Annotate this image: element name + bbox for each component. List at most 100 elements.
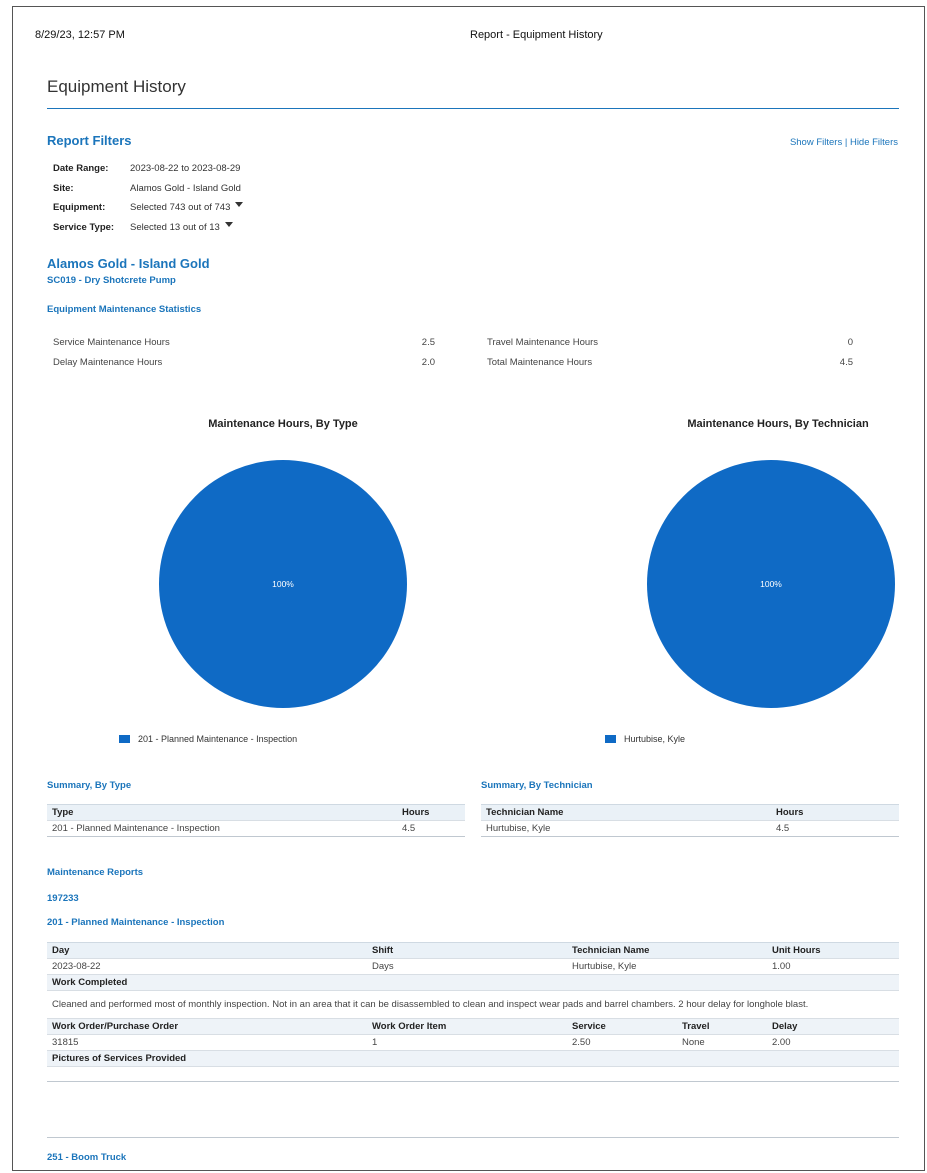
legend-swatch <box>605 735 616 743</box>
legend-by-type: 201 - Planned Maintenance - Inspection <box>119 734 297 744</box>
pictures-header-row: Pictures of Services Provided <box>47 1050 899 1067</box>
stats-heading: Equipment Maintenance Statistics <box>47 304 202 315</box>
filter-value: 2023-08-22 to 2023-08-29 <box>130 163 241 174</box>
report-filters-heading: Report Filters <box>47 133 132 148</box>
report-page: 8/29/23, 12:57 PM Report - Equipment His… <box>12 6 925 1171</box>
total-hours-label: Total Maintenance Hours <box>487 357 593 368</box>
column-header-work-order-item: Work Order Item <box>367 1018 567 1035</box>
page-title: Equipment History <box>47 77 186 96</box>
column-header-service: Service <box>567 1018 677 1035</box>
filter-value: Selected 13 out of 13 <box>130 221 220 233</box>
work-completed-header-row: Work Completed <box>47 974 899 991</box>
work-completed-row: Cleaned and performed most of monthly in… <box>47 990 899 1019</box>
chart-title-by-type: Maintenance Hours, By Type <box>208 418 358 430</box>
filter-label: Service Type: <box>53 221 115 233</box>
print-title: Report - Equipment History <box>470 29 603 41</box>
filter-row-equipment: Equipment: Selected 743 out of 743 <box>53 202 244 222</box>
work-completed-label: Work Completed <box>47 974 899 991</box>
table-row: Hurtubise, Kyle 4.5 <box>481 820 899 837</box>
table-header-row: Technician Name Hours <box>481 804 899 821</box>
equipment-name: SC019 - Dry Shotcrete Pump <box>47 275 176 286</box>
pie-slice-label: 100% <box>760 579 782 589</box>
section-divider <box>47 1137 899 1138</box>
column-header-work-order: Work Order/Purchase Order <box>47 1018 367 1035</box>
table-header-row: Day Shift Technician Name Unit Hours <box>47 942 899 959</box>
filter-row-date-range: Date Range: 2023-08-22 to 2023-08-29 <box>53 163 243 183</box>
table-header-row: Type Hours <box>47 804 465 821</box>
filter-label: Equipment: <box>53 202 106 213</box>
service-hours-label: Service Maintenance Hours <box>53 337 170 348</box>
pictures-cell <box>47 1066 899 1082</box>
legend-label: 201 - Planned Maintenance - Inspection <box>138 734 298 744</box>
column-header-technician-name: Technician Name <box>481 804 771 821</box>
filter-list: Date Range: 2023-08-22 to 2023-08-29 Sit… <box>53 163 244 242</box>
legend-swatch <box>119 735 130 743</box>
table-row: 2023-08-22 Days Hurtubise, Kyle 1.00 <box>47 958 899 975</box>
cell-travel: None <box>677 1034 767 1051</box>
column-header-hours: Hours <box>397 804 465 821</box>
report-id-link[interactable]: 197233 <box>47 893 79 904</box>
total-hours-value: 4.5 <box>839 357 853 368</box>
chart-title-by-technician: Maintenance Hours, By Technician <box>687 418 869 430</box>
summary-by-type-table: Type Hours 201 - Planned Maintenance - I… <box>47 804 465 837</box>
column-header-day: Day <box>47 942 367 959</box>
pie-chart-by-technician: 100% <box>647 460 895 708</box>
cell-technician-name: Hurtubise, Kyle <box>481 820 771 837</box>
column-header-technician-name: Technician Name <box>567 942 767 959</box>
site-name: Alamos Gold - Island Gold <box>47 256 210 271</box>
maintenance-report-table: Day Shift Technician Name Unit Hours 202… <box>47 942 899 1082</box>
cell-hours: 4.5 <box>397 820 465 837</box>
legend-by-technician: Hurtubise, Kyle <box>605 734 685 744</box>
next-equipment-heading: 251 - Boom Truck <box>47 1152 127 1163</box>
delay-hours-label: Delay Maintenance Hours <box>53 357 163 368</box>
print-datetime: 8/29/23, 12:57 PM <box>35 29 125 41</box>
equipment-dropdown-caret-icon[interactable] <box>235 202 244 207</box>
cell-shift: Days <box>367 958 567 975</box>
pictures-label: Pictures of Services Provided <box>47 1050 899 1067</box>
cell-service: 2.50 <box>567 1034 677 1051</box>
cell-hours: 4.5 <box>771 820 899 837</box>
maintenance-reports-heading: Maintenance Reports <box>47 867 144 878</box>
cell-technician-name: Hurtubise, Kyle <box>567 958 767 975</box>
cell-work-order-item: 1 <box>367 1034 567 1051</box>
pictures-row <box>47 1066 899 1082</box>
travel-hours-value: 0 <box>847 337 853 348</box>
filter-links-separator: | <box>844 137 848 148</box>
pie-chart-by-type: 100% <box>159 460 407 708</box>
summary-by-technician-table: Technician Name Hours Hurtubise, Kyle 4.… <box>481 804 899 837</box>
service-hours-value: 2.5 <box>421 337 435 348</box>
service-type-dropdown-caret-icon[interactable] <box>224 221 233 227</box>
cell-day: 2023-08-22 <box>47 958 367 975</box>
delay-hours-value: 2.0 <box>421 357 435 368</box>
table-row: 31815 1 2.50 None 2.00 <box>47 1034 899 1051</box>
column-header-unit-hours: Unit Hours <box>767 942 899 959</box>
filter-label: Date Range: <box>53 163 109 174</box>
column-header-shift: Shift <box>367 942 567 959</box>
work-completed-text: Cleaned and performed most of monthly in… <box>47 990 899 1019</box>
table-row: 201 - Planned Maintenance - Inspection 4… <box>47 820 465 837</box>
filter-row-service-type: Service Type: Selected 13 out of 13 <box>53 221 243 242</box>
cell-work-order: 31815 <box>47 1034 367 1051</box>
summary-by-type-heading: Summary, By Type <box>47 780 132 791</box>
hide-filters-link[interactable]: Hide Filters <box>850 137 898 148</box>
filter-toggle-links: Show Filters | Hide Filters <box>790 137 898 148</box>
service-type-heading: 201 - Planned Maintenance - Inspection <box>47 917 225 928</box>
filter-row-site: Site: Alamos Gold - Island Gold <box>53 183 243 203</box>
summary-by-technician-heading: Summary, By Technician <box>481 780 593 791</box>
cell-type: 201 - Planned Maintenance - Inspection <box>47 820 397 837</box>
filter-value: Selected 743 out of 743 <box>130 202 231 213</box>
column-header-hours: Hours <box>771 804 899 821</box>
cell-delay: 2.00 <box>767 1034 899 1051</box>
show-filters-link[interactable]: Show Filters <box>790 137 842 148</box>
legend-label: Hurtubise, Kyle <box>624 734 686 744</box>
cell-unit-hours: 1.00 <box>767 958 899 975</box>
column-header-delay: Delay <box>767 1018 899 1035</box>
filter-label: Site: <box>53 182 74 194</box>
column-header-travel: Travel <box>677 1018 767 1035</box>
travel-hours-label: Travel Maintenance Hours <box>487 337 599 348</box>
filter-value: Alamos Gold - Island Gold <box>130 182 241 194</box>
title-divider <box>47 108 899 109</box>
column-header-type: Type <box>47 804 397 821</box>
work-order-header-row: Work Order/Purchase Order Work Order Ite… <box>47 1018 899 1035</box>
pie-slice-label: 100% <box>272 579 294 589</box>
